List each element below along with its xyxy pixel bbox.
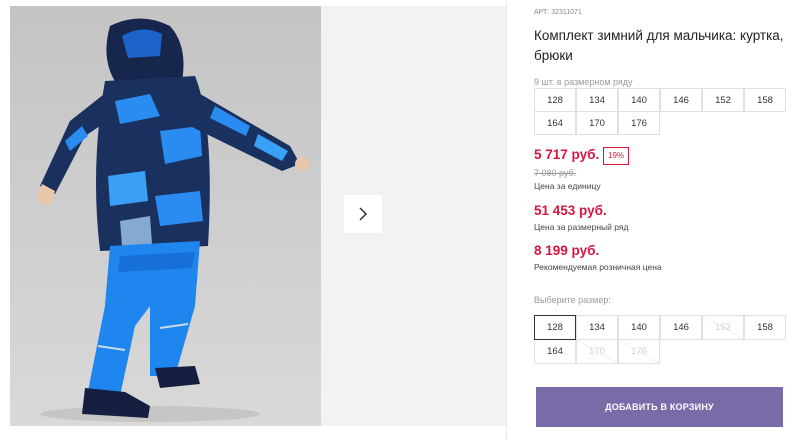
retail-price-caption: Рекомендуемая розничная цена — [534, 262, 662, 272]
retail-price: 8 199 руб. — [534, 243, 600, 258]
size-selector: 128 134 140 146 152 158 164 170 176 — [534, 315, 786, 364]
range-size-cell: 170 — [576, 111, 618, 135]
range-size-cell: 128 — [534, 88, 576, 112]
old-price: 7 080 руб. — [534, 168, 577, 178]
product-gallery — [0, 0, 506, 440]
range-size-cell: 176 — [618, 111, 660, 135]
size-option-unavailable: 176 — [618, 339, 660, 364]
size-option[interactable]: 158 — [744, 315, 786, 340]
size-option-unavailable: 152 — [702, 315, 744, 340]
range-size-cell: 134 — [576, 88, 618, 112]
range-size-cell: 140 — [618, 88, 660, 112]
child-winter-suit-illustration — [36, 18, 309, 422]
size-option[interactable]: 140 — [618, 315, 660, 340]
range-price-caption: Цена за размерный ряд — [534, 222, 629, 232]
divider — [506, 0, 507, 440]
size-option[interactable]: 146 — [660, 315, 702, 340]
range-size-cell: 146 — [660, 88, 702, 112]
unit-price-caption: Цена за единицу — [534, 181, 601, 191]
range-price: 51 453 руб. — [534, 203, 607, 218]
size-option-unavailable: 170 — [576, 339, 618, 364]
range-size-cell: 158 — [744, 88, 786, 112]
unit-price: 5 717 руб. — [534, 147, 600, 162]
range-size-cell: 164 — [534, 111, 576, 135]
article-number: АРТ: 32311071 — [534, 9, 582, 16]
size-option-selected[interactable]: 128 — [534, 315, 576, 340]
size-option[interactable]: 134 — [576, 315, 618, 340]
range-count: 9 шт. в размерном ряду — [534, 77, 633, 87]
product-title: Комплект зимний для мальчика: куртка, бр… — [534, 28, 784, 63]
size-range-grid: 128 134 140 146 152 158 164 170 176 — [534, 88, 786, 135]
product-photo[interactable] — [10, 6, 321, 426]
range-size-cell: 152 — [702, 88, 744, 112]
gallery-next-button[interactable] — [344, 195, 382, 233]
size-select-label: Выберите размер: — [534, 295, 611, 305]
discount-badge: 19% — [603, 147, 630, 165]
add-to-cart-button[interactable]: ДОБАВИТЬ В КОРЗИНУ — [536, 387, 783, 427]
chevron-right-icon — [359, 207, 368, 221]
size-option[interactable]: 164 — [534, 339, 576, 364]
